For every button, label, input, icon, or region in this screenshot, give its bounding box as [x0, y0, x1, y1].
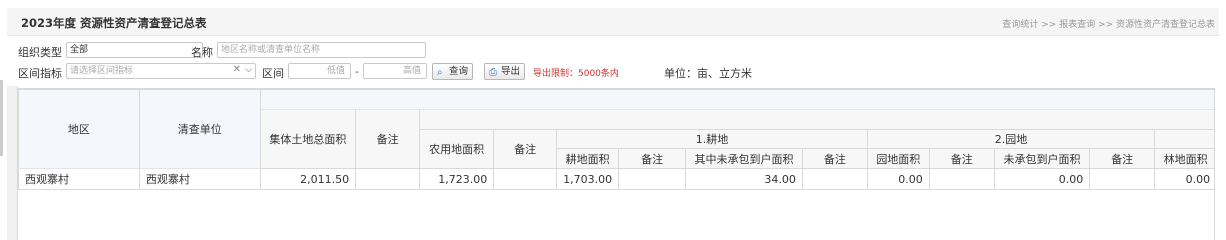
- col-cultivated-area: 耕地面积: [556, 148, 620, 169]
- range-high-placeholder: 高值: [402, 66, 421, 76]
- table-row[interactable]: 西观寨村 西观寨村 2,011.50 1,723.00 1,703.00 34.…: [18, 168, 1214, 190]
- query-button-label: 查询: [449, 66, 469, 77]
- range-index-placeholder: 请选择区间指标: [70, 66, 134, 76]
- cell-remark-5: [928, 168, 995, 190]
- export-limit-note: 导出限制：5000条内: [533, 69, 619, 79]
- cell-farmland-area: 1,723.00: [419, 168, 495, 190]
- group-cultivated: 1.耕地: [556, 129, 868, 149]
- cell-remark-6: [1089, 168, 1156, 190]
- left-scroll-edge: [0, 80, 3, 156]
- col-remark-2: 备注: [493, 129, 558, 169]
- header-subband: [419, 109, 1214, 130]
- col-garden-area: 园地面积: [866, 148, 930, 169]
- col-remark-5: 备注: [928, 148, 995, 169]
- cell-region: 西观寨村: [18, 168, 140, 190]
- col-unit: 清查单位: [138, 89, 261, 169]
- cell-forest-area: 0.00: [1154, 168, 1214, 190]
- group-garden: 2.园地: [866, 129, 1156, 149]
- name-placeholder: 地区名称或清查单位名称: [221, 45, 321, 55]
- cell-uncontracted-cultivated: 34.00: [685, 168, 803, 190]
- breadcrumb[interactable]: 查询统计 >> 报表查询 >> 资源性资产清查登记总表: [1002, 17, 1215, 30]
- col-remark-6: 备注: [1089, 148, 1156, 169]
- org-type-label: 组织类型: [18, 46, 62, 59]
- cell-remark-1: [355, 168, 421, 190]
- col-region: 地区: [18, 89, 140, 169]
- cell-remark-4: [801, 168, 868, 190]
- range-low-input[interactable]: 低值: [288, 63, 351, 79]
- range-index-select[interactable]: 请选择区间指标 ✕ ⌵: [66, 63, 256, 79]
- chevron-down-icon[interactable]: ⌵: [245, 65, 252, 75]
- clear-icon[interactable]: ✕: [233, 65, 241, 75]
- cell-collective-land-total: 2,011.50: [259, 168, 357, 190]
- printer-icon: ⎙: [489, 67, 497, 78]
- unit-text: 单位：亩、立方米: [664, 67, 752, 80]
- cell-remark-3: [618, 168, 687, 190]
- group-forest: [1154, 129, 1214, 149]
- report-table: 地区 清查单位 集体土地总面积 备注 农用地面积 备注 1.耕地 2.园地 耕地…: [18, 89, 1214, 190]
- col-remark-1: 备注: [355, 109, 421, 169]
- col-remark-4: 备注: [801, 148, 868, 169]
- page: 2023年度 资源性资产清查登记总表 查询统计 >> 报表查询 >> 资源性资产…: [0, 0, 1226, 240]
- title-bar: 2023年度 资源性资产清查登记总表 查询统计 >> 报表查询 >> 资源性资产…: [7, 8, 1219, 36]
- range-label: 区间: [262, 67, 284, 80]
- org-type-select[interactable]: 全部 ⌵: [66, 42, 203, 58]
- name-input[interactable]: 地区名称或清查单位名称: [217, 42, 426, 58]
- col-forest-area: 林地面积: [1154, 148, 1214, 169]
- cell-garden-area: 0.00: [866, 168, 930, 190]
- range-index-label: 区间指标: [18, 67, 62, 80]
- name-label: 名称: [191, 46, 213, 59]
- range-low-placeholder: 低值: [326, 66, 345, 76]
- range-separator: -: [355, 65, 359, 78]
- col-farmland-area: 农用地面积: [419, 129, 495, 169]
- search-icon: ⌕: [437, 67, 443, 78]
- export-button[interactable]: ⎙ 导出: [484, 63, 526, 80]
- col-uncontracted-cultivated: 其中未承包到户面积: [685, 148, 803, 169]
- col-remark-3: 备注: [618, 148, 687, 169]
- cell-remark-2: [493, 168, 558, 190]
- page-title: 2023年度 资源性资产清查登记总表: [21, 16, 207, 30]
- data-grid: 地区 清查单位 集体土地总面积 备注 农用地面积 备注 1.耕地 2.园地 耕地…: [17, 88, 1215, 240]
- header-band: [259, 89, 1214, 110]
- range-high-input[interactable]: 高值: [363, 63, 427, 79]
- col-uncontracted-garden: 未承包到户面积: [993, 148, 1091, 169]
- cell-unit: 西观寨村: [138, 168, 261, 190]
- cell-uncontracted-garden: 0.00: [993, 168, 1091, 190]
- query-button[interactable]: ⌕ 查询: [432, 63, 474, 80]
- export-button-label: 导出: [501, 66, 521, 77]
- cell-cultivated-area: 1,703.00: [556, 168, 620, 190]
- col-collective-land-total: 集体土地总面积: [259, 109, 357, 169]
- org-type-value: 全部: [70, 45, 89, 55]
